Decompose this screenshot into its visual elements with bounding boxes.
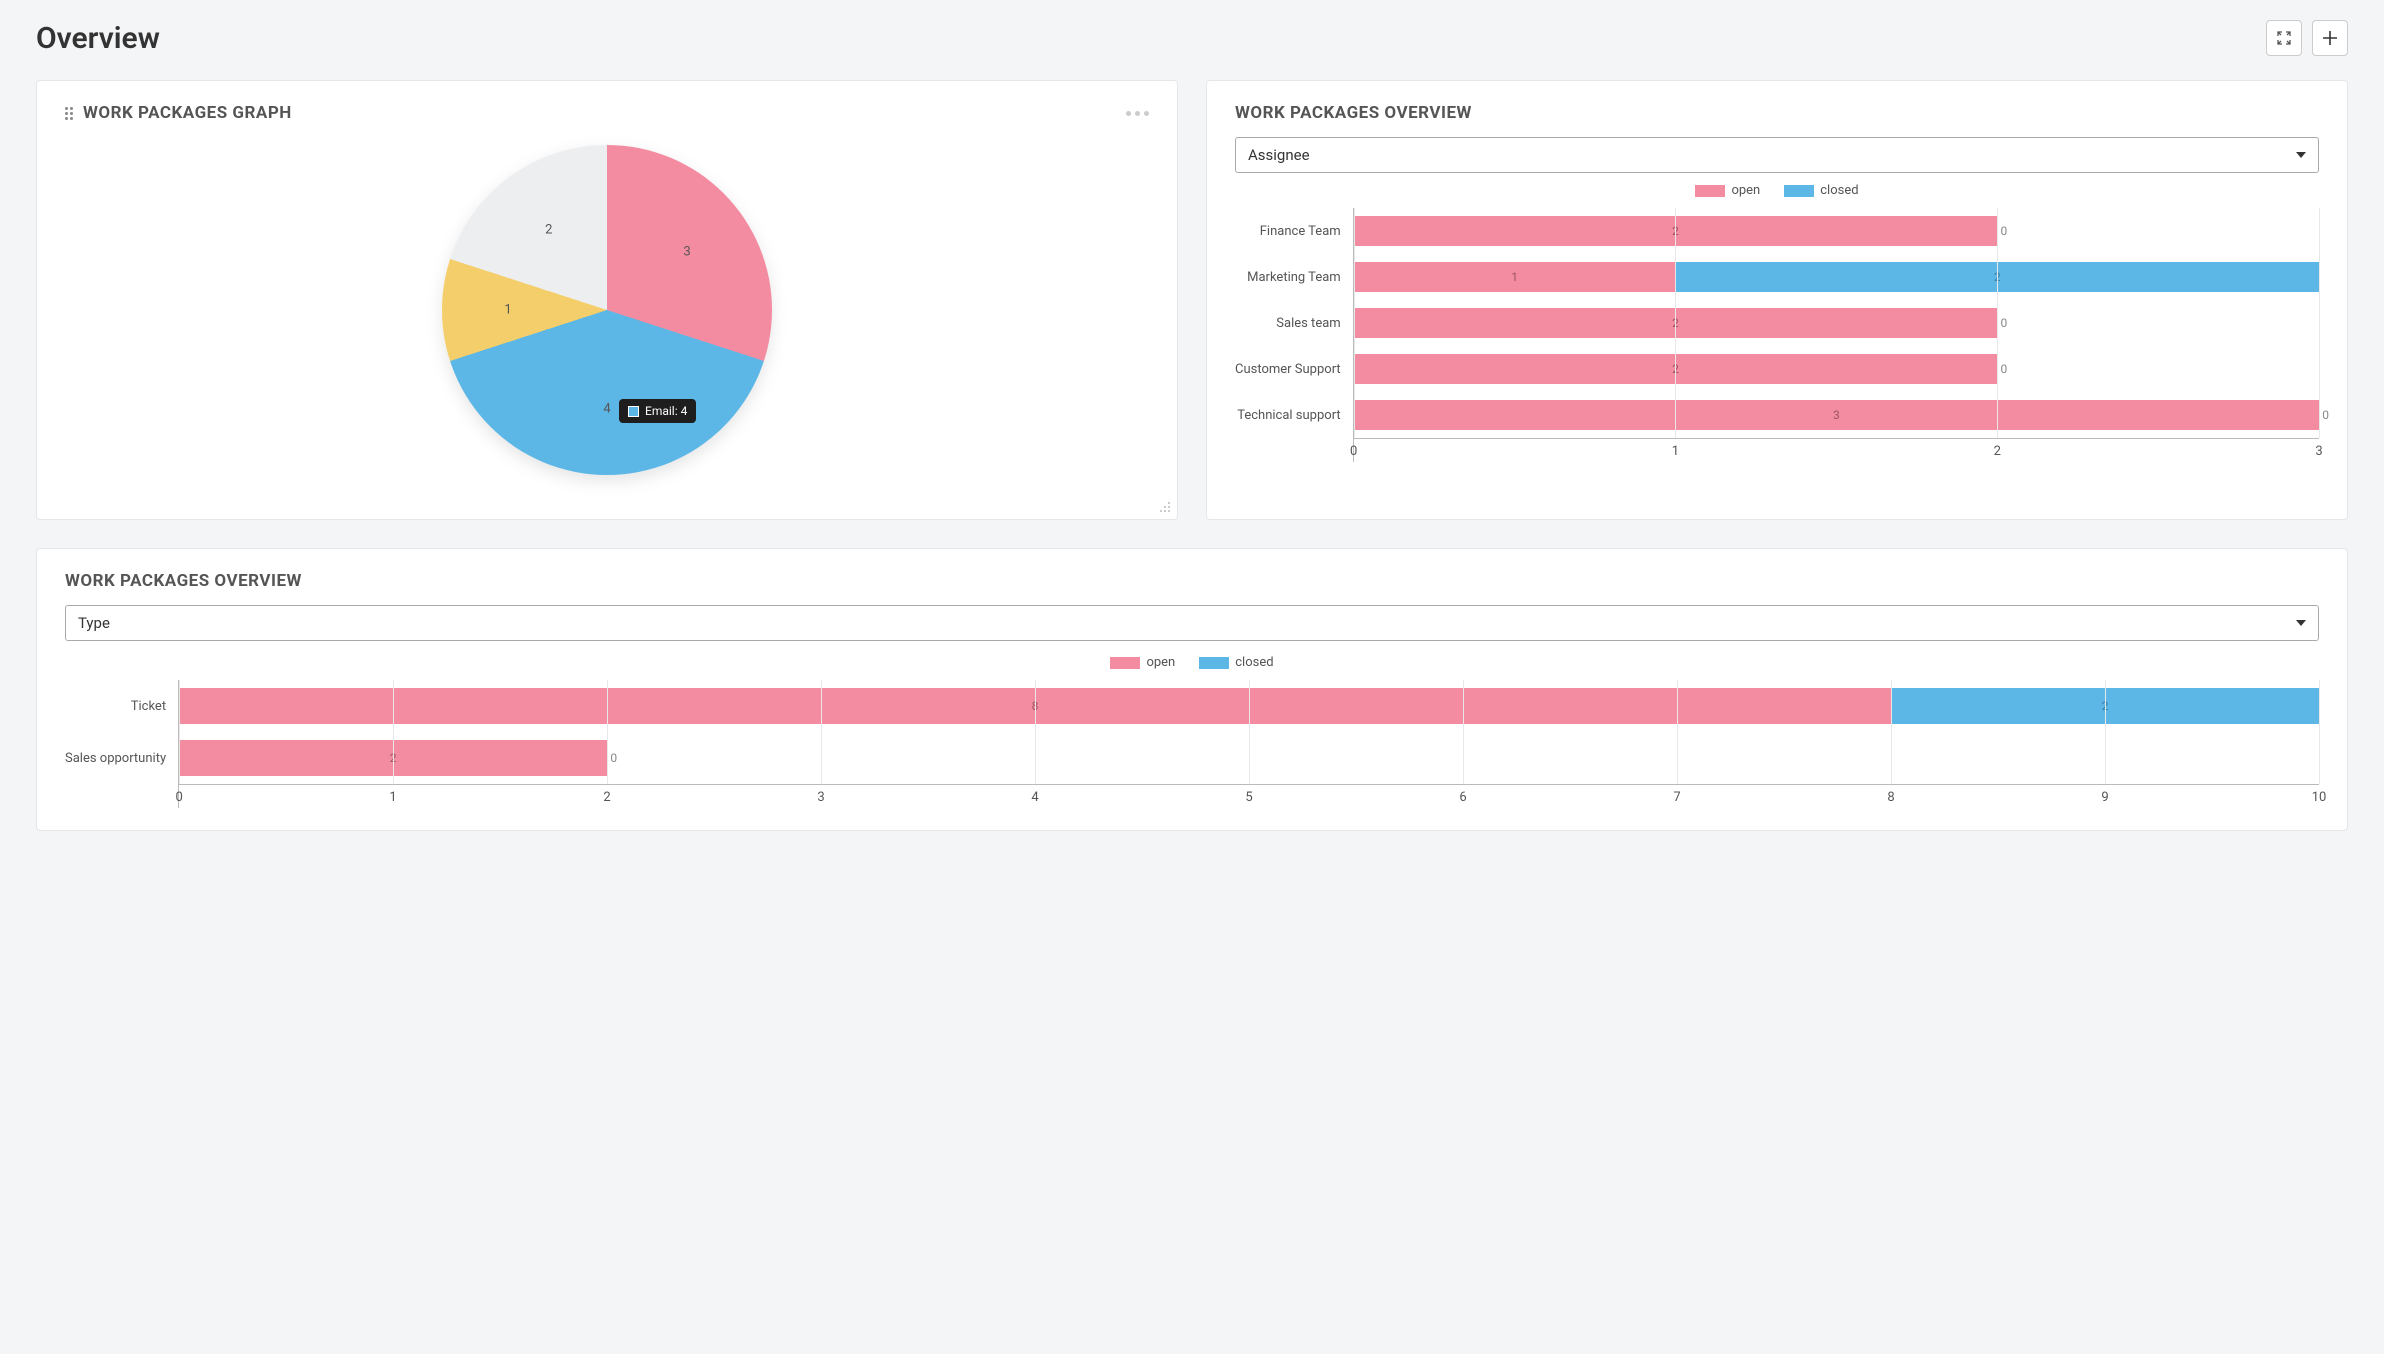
x-tick-label: 3 <box>817 790 824 805</box>
bar-row: 30 <box>1354 392 2319 438</box>
chevron-down-icon <box>2296 152 2306 158</box>
x-tick-label: 5 <box>1245 790 1252 805</box>
x-tick-label: 0 <box>175 790 182 805</box>
legend-open[interactable]: open <box>1695 183 1760 198</box>
bar-segment-open: 1 <box>1354 262 1676 292</box>
plus-icon <box>2321 29 2339 47</box>
widget-work-packages-overview-type: WORK PACKAGES OVERVIEW Type open closed … <box>36 548 2348 831</box>
bar-zero-label: 0 <box>2000 362 2007 376</box>
x-tick-label: 10 <box>2312 790 2327 805</box>
x-tick-label: 2 <box>1994 444 2001 459</box>
bar-row: 20 <box>1354 300 2319 346</box>
pie-tooltip: Email: 4 <box>619 399 696 423</box>
bar-row: 20 <box>1354 346 2319 392</box>
assignee-bar-chart: Finance TeamMarketing TeamSales teamCust… <box>1235 208 2319 462</box>
chevron-down-icon <box>2296 620 2306 626</box>
widget-title: WORK PACKAGES OVERVIEW <box>65 571 302 591</box>
widget-title: WORK PACKAGES GRAPH <box>83 103 292 123</box>
x-tick-label: 8 <box>1887 790 1894 805</box>
widget-more-button[interactable] <box>1126 111 1149 116</box>
page-title: Overview <box>36 21 160 56</box>
bar-zero-label: 0 <box>2000 224 2007 238</box>
type-select-label: Type <box>78 614 110 632</box>
legend-closed[interactable]: closed <box>1784 183 1858 198</box>
x-tick-label: 7 <box>1673 790 1680 805</box>
legend-closed[interactable]: closed <box>1199 655 1273 670</box>
legend-open[interactable]: open <box>1110 655 1175 670</box>
x-tick-label: 1 <box>389 790 396 805</box>
x-tick-label: 4 <box>1031 790 1038 805</box>
drag-handle-icon[interactable] <box>65 107 73 120</box>
x-tick-label: 6 <box>1459 790 1466 805</box>
bar-category-label: Sales team <box>1235 300 1353 346</box>
widget-title: WORK PACKAGES OVERVIEW <box>1235 103 1472 123</box>
bar-zero-label: 0 <box>2322 408 2329 422</box>
assignee-select[interactable]: Assignee <box>1235 137 2319 173</box>
bar-zero-label: 0 <box>2000 316 2007 330</box>
x-tick-label: 2 <box>603 790 610 805</box>
bar-category-label: Finance Team <box>1235 208 1353 254</box>
bar-category-label: Marketing Team <box>1235 254 1353 300</box>
assignee-select-label: Assignee <box>1248 146 1310 164</box>
widget-work-packages-overview-assignee: WORK PACKAGES OVERVIEW Assignee open clo… <box>1206 80 2348 520</box>
bar-segment-open: 3 <box>1354 400 2319 430</box>
bar-category-label: Ticket <box>65 680 178 732</box>
fullscreen-button[interactable] <box>2266 20 2302 56</box>
resize-handle-icon[interactable] <box>1157 499 1171 513</box>
widget-work-packages-graph: WORK PACKAGES GRAPH 3 4 1 2 Email: 4 <box>36 80 1178 520</box>
fullscreen-icon <box>2276 30 2292 46</box>
pie-slice-label: 2 <box>545 222 552 237</box>
pie-chart: 3 4 1 2 Email: 4 <box>442 145 772 475</box>
pie-slice-label: 3 <box>683 244 690 259</box>
type-select[interactable]: Type <box>65 605 2319 641</box>
pie-tooltip-swatch <box>628 406 639 417</box>
bar-zero-label: 0 <box>610 751 617 765</box>
bar-category-label: Sales opportunity <box>65 732 178 784</box>
bar-category-label: Customer Support <box>1235 346 1353 392</box>
pie-slice-label: 1 <box>504 303 511 318</box>
pie-slice-label: 4 <box>603 402 610 417</box>
add-widget-button[interactable] <box>2312 20 2348 56</box>
x-tick-label: 3 <box>2315 444 2322 459</box>
bar-row: 20 <box>1354 208 2319 254</box>
bar-category-label: Technical support <box>1235 392 1353 438</box>
type-bar-chart: TicketSales opportunity8220012345678910 <box>65 680 2319 808</box>
x-tick-label: 1 <box>1672 444 1679 459</box>
bar-row: 12 <box>1354 254 2319 300</box>
x-tick-label: 0 <box>1350 444 1357 459</box>
pie-tooltip-text: Email: 4 <box>645 404 687 418</box>
x-tick-label: 9 <box>2101 790 2108 805</box>
